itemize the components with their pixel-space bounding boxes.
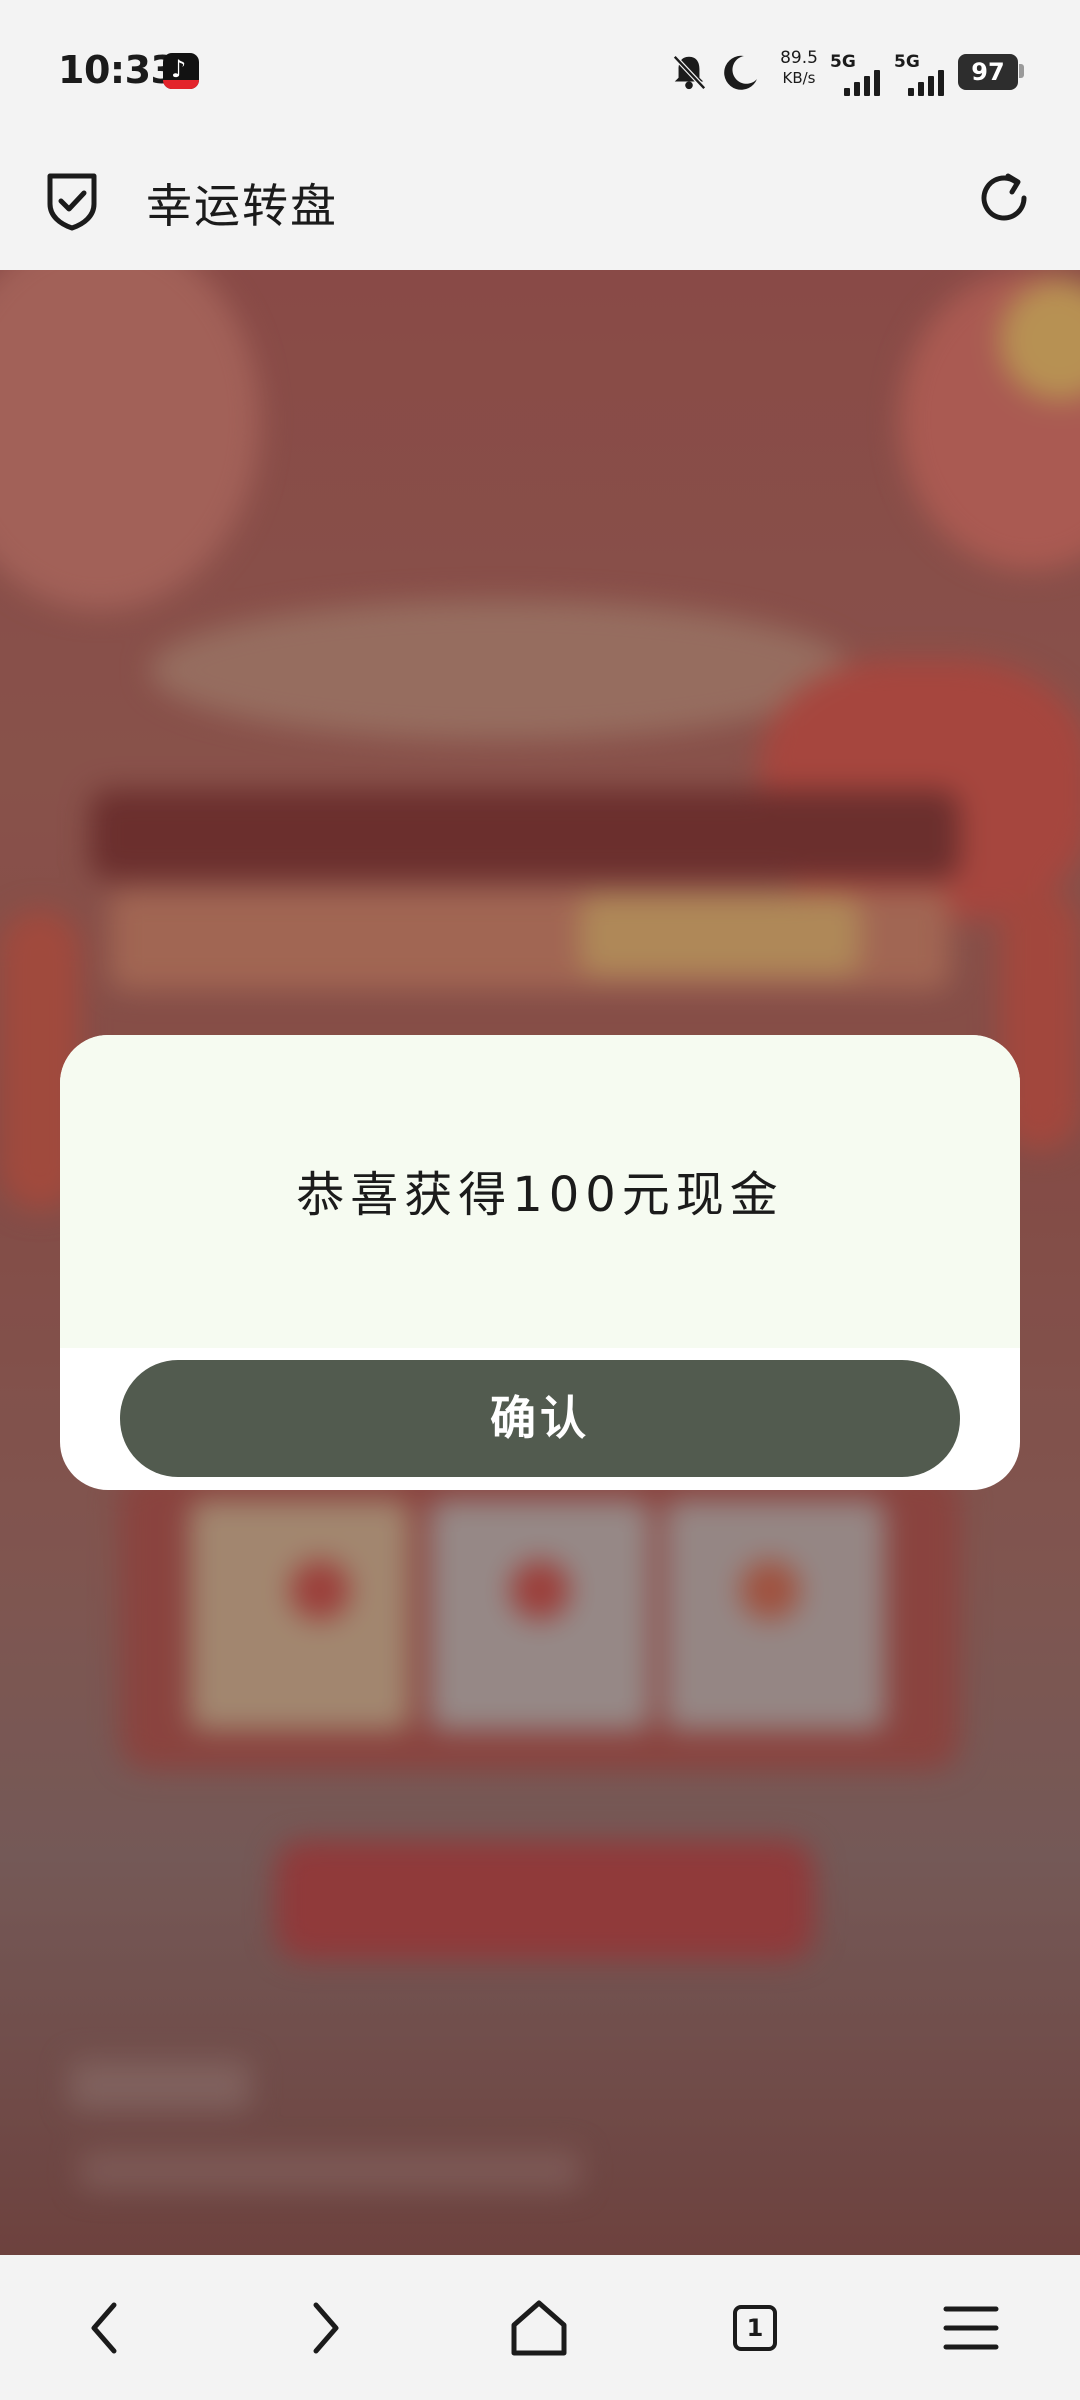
status-time: 10:33 xyxy=(58,48,177,92)
tabs-button[interactable]: 1 xyxy=(720,2293,790,2363)
app-header: 幸运转盘 xyxy=(0,140,1080,270)
signal-2: 5G xyxy=(894,52,956,96)
confirm-button[interactable]: 确认 xyxy=(120,1360,960,1477)
menu-icon[interactable] xyxy=(936,2293,1006,2363)
tiktok-app-icon: ♪ xyxy=(163,53,199,89)
battery-level: 97 xyxy=(958,54,1018,90)
moon-icon xyxy=(724,55,757,90)
forward-icon[interactable] xyxy=(288,2293,358,2363)
tab-count: 1 xyxy=(733,2305,777,2351)
signal-2-label: 5G xyxy=(894,52,920,72)
bell-muted-icon xyxy=(673,55,706,90)
page-title: 幸运转盘 xyxy=(146,179,338,233)
shield-check-icon[interactable] xyxy=(44,170,100,232)
signal-bars-icon xyxy=(844,70,880,96)
prize-dialog: 恭喜获得100元现金 确认 xyxy=(60,1035,1020,1490)
dialog-message: 恭喜获得100元现金 xyxy=(296,1167,784,1223)
back-icon[interactable] xyxy=(72,2293,142,2363)
bottom-navigation: 1 xyxy=(0,2255,1080,2400)
network-speed-value: 89.5 xyxy=(780,48,818,68)
refresh-icon[interactable] xyxy=(976,170,1032,226)
network-speed-unit: KB/s xyxy=(782,69,816,87)
status-bar: 10:33 ♪ 89.5 KB/s 5G 5G 97 xyxy=(0,0,1080,140)
home-icon[interactable] xyxy=(504,2293,574,2363)
network-speed: 89.5 KB/s xyxy=(772,50,826,86)
signal-1-label: 5G xyxy=(830,52,856,72)
signal-bars-icon xyxy=(908,70,944,96)
signal-1: 5G xyxy=(830,52,892,96)
battery-icon xyxy=(1019,64,1024,78)
